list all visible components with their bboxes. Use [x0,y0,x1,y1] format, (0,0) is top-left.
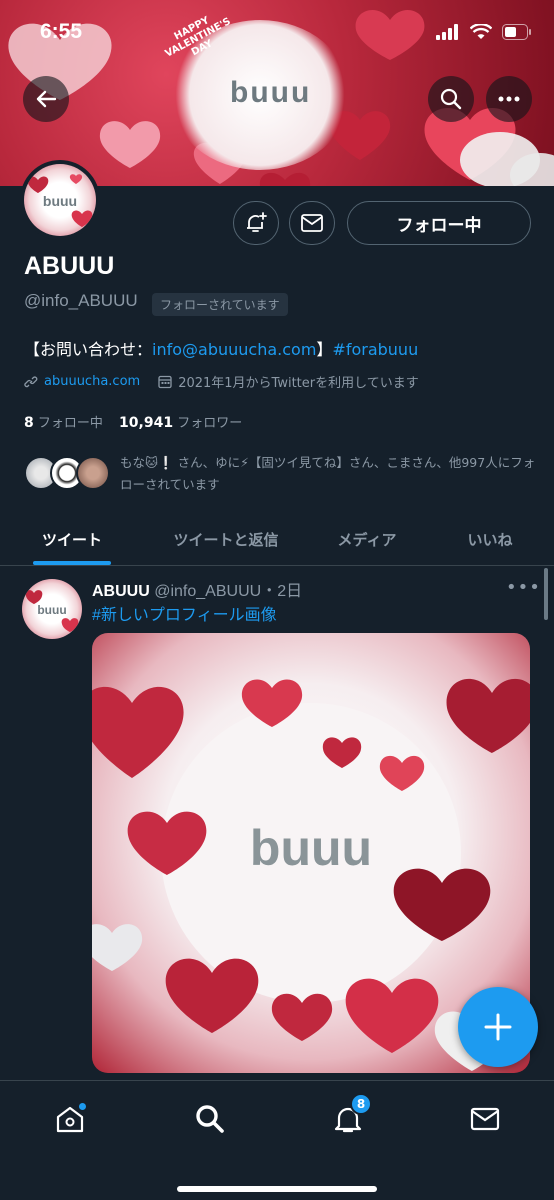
tab-tweets-and-replies[interactable]: ツイートと返信 [144,512,308,566]
tweet-more-icon[interactable]: ••• [506,577,541,598]
tweet-image-logo: buuu [250,820,372,876]
following-count: 8 [24,415,34,431]
plus-icon [484,1013,512,1041]
tab-likes[interactable]: いいね [426,512,554,566]
home-indicator[interactable] [177,1186,377,1192]
display-name: ABUUU [24,252,115,280]
wifi-icon [470,24,492,39]
compose-tweet-button[interactable] [458,987,538,1067]
tweet-hashtag-link[interactable]: #新しいプロフィール画像 [92,601,277,625]
home-badge-dot [78,1102,87,1111]
avatar-image: buuu [24,164,96,236]
envelope-icon [301,214,323,232]
svg-text:buuu: buuu [43,193,77,209]
profile-meta: abuuucha.com 2021年1月からTwitterを利用しています [24,372,419,391]
link-icon [24,375,38,387]
nav-messages[interactable] [465,1099,505,1139]
envelope-icon [470,1107,500,1131]
arrow-left-icon [36,90,57,108]
followers-count: 10,941 [119,415,174,431]
more-options-button[interactable] [486,76,532,122]
tweet-avatar[interactable]: buuu [22,579,82,639]
tweet-time: ・2日 [261,583,303,600]
bell-plus-icon [247,212,267,232]
bottom-nav: 8 [0,1080,554,1200]
active-tab-indicator [33,561,111,565]
following-label: フォロー中 [37,416,103,431]
svg-text:buuu: buuu [37,603,66,617]
nav-notifications[interactable]: 8 [328,1093,372,1139]
tab-tweets[interactable]: ツイート [0,512,144,566]
avatar-hearts-art: buuu [27,174,93,227]
profile-tabs: ツイート ツイートと返信 メディア いいね [0,512,554,566]
nav-search[interactable] [190,1099,230,1139]
cellular-signal-icon [436,24,458,40]
tweet-avatar-art: buuu [25,590,79,632]
bio-mid: 】 [316,340,333,359]
profile-bio: 【お問い合わせ：info@abuuucha.com】#forabuuu [24,336,418,360]
status-bar: 6:55 [0,0,554,60]
status-icons [436,24,532,40]
follows-you-badge: フォローされています [152,293,288,316]
mutual-avatars [24,456,110,492]
search-icon [440,88,462,110]
following-button[interactable]: フォロー中 [347,201,531,245]
followers-link[interactable]: 10,941 フォロワー [119,415,243,431]
bio-hashtag-link[interactable]: #forabuuu [332,340,418,359]
nav-home[interactable] [50,1099,90,1139]
handle: @info_ABUUU [24,291,138,310]
bio-email-link[interactable]: info@abuuucha.com [152,340,316,359]
message-button[interactable] [289,201,335,245]
back-button[interactable] [23,76,69,122]
mutual-avatar [76,456,110,490]
followed-by-text: もな🐱❕ さん、ゆに⚡【固ツイ見てね】さん、こまさん、他997人にフォローされて… [120,455,536,492]
banner-logo: buuu [230,76,312,109]
notifications-badge: 8 [350,1093,372,1115]
followers-label: フォロワー [177,416,243,431]
bio-prefix: 【お問い合わせ： [24,340,153,359]
status-time: 6:55 [40,20,83,43]
search-button[interactable] [428,76,474,122]
scrollbar[interactable] [544,568,548,620]
calendar-icon [158,375,172,388]
follow-counts: 8 フォロー中 10,941 フォロワー [24,412,242,431]
tab-media[interactable]: メディア [308,512,426,566]
tweet-author-name[interactable]: ABUUU [92,583,150,600]
followed-by-row[interactable]: もな🐱❕ さん、ゆに⚡【固ツイ見てね】さん、こまさん、他997人にフォローされて… [24,452,535,496]
joined-date: 2021年1月からTwitterを利用しています [178,376,419,391]
notify-button[interactable] [233,201,279,245]
battery-icon [502,24,531,40]
tweet-header: ABUUU @info_ABUUU・2日 [92,577,302,601]
following-link[interactable]: 8 フォロー中 [24,415,103,431]
search-icon [196,1105,224,1133]
more-horizontal-icon [498,96,520,102]
profile-url-link[interactable]: abuuucha.com [44,374,140,389]
profile-avatar[interactable]: buuu [20,160,100,240]
tweet-author-handle: @info_ABUUU [154,583,262,600]
